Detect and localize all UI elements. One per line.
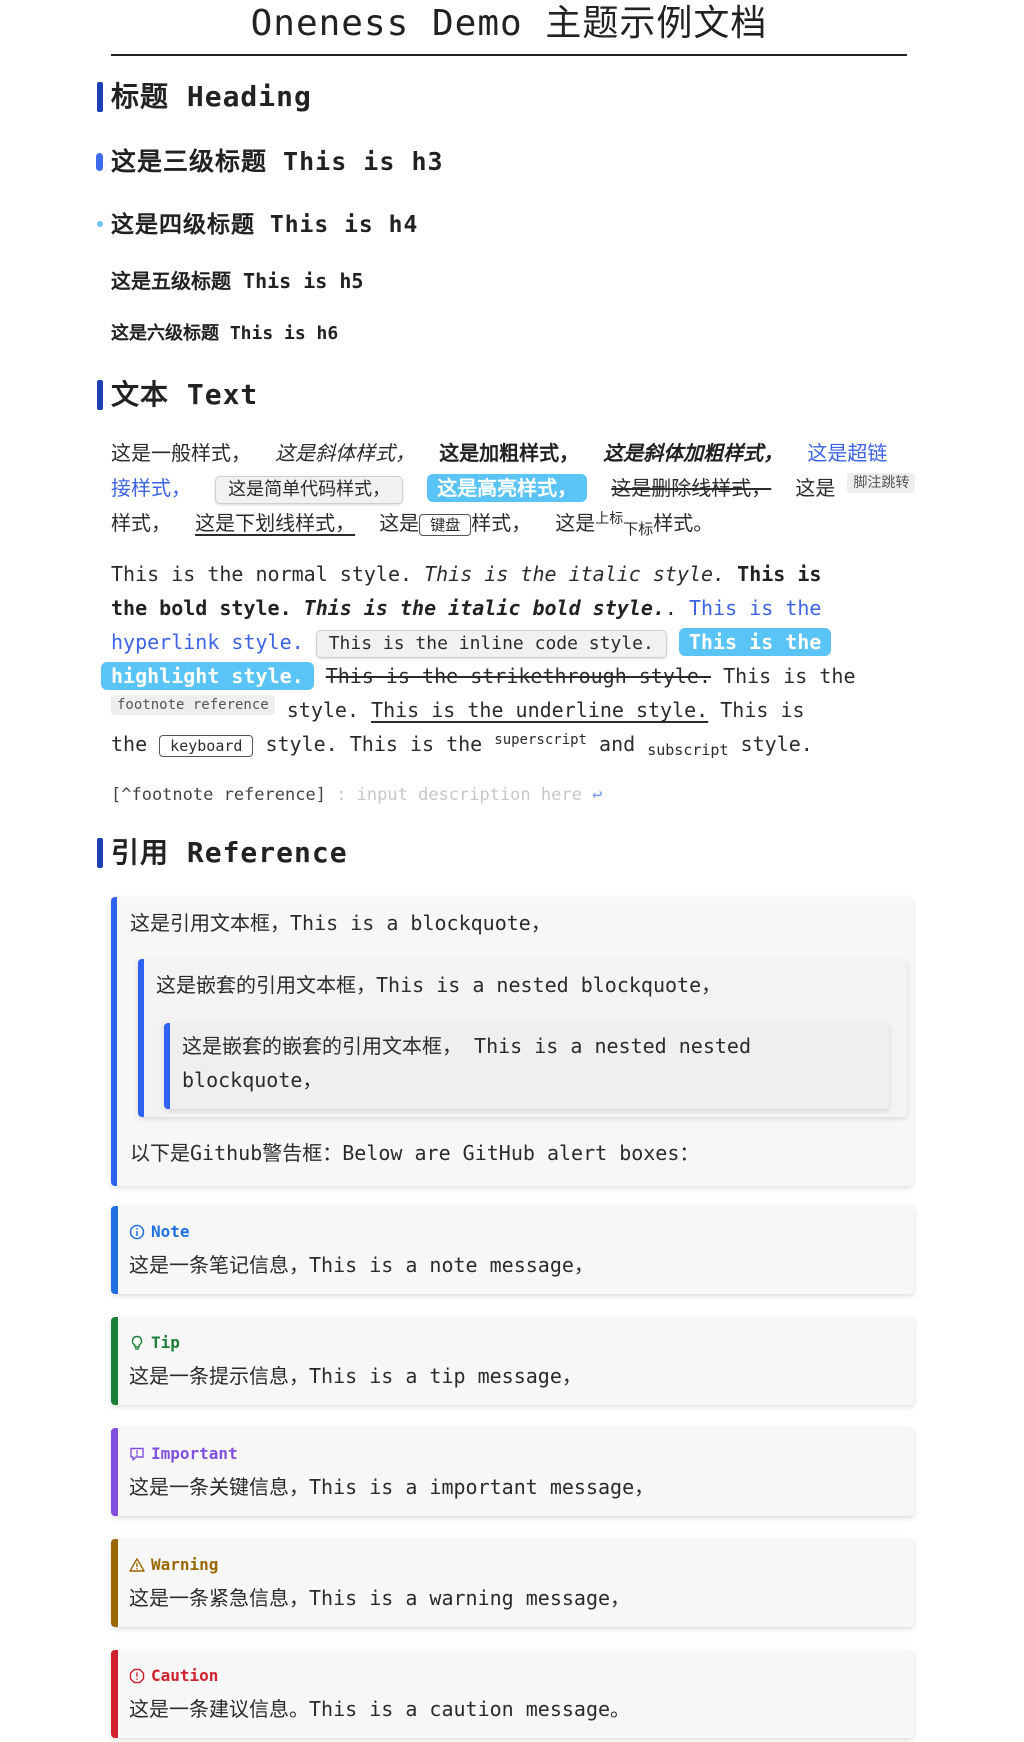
cn-subscript: 下标 (623, 520, 654, 538)
nested-nested-blockquote-text: 这是嵌套的嵌套的引用文本框， This is a nested nested (182, 1034, 751, 1058)
cn-paragraph-line-1: 这是一般样式， 这是斜体样式， 这是加粗样式， 这是斜体加粗样式， 这是超链 (111, 438, 887, 468)
nested-blockquote-text: 这是嵌套的引用文本框，This is a nested blockquote， (156, 973, 722, 997)
en-italic: This is the italic style. (424, 562, 726, 586)
en-paragraph-line-4: highlight style. This is the strikethrou… (101, 661, 856, 691)
alert-warning: Warning 这是一条紧急信息，This is a warning messa… (111, 1539, 914, 1627)
en-subscript: subscript (647, 741, 729, 759)
en-inline-code: This is the inline code style. (315, 630, 667, 658)
alert-body: 这是一条关键信息，This is a important message， (129, 1475, 655, 1499)
blockquote-text: 这是引用文本框，This is a blockquote， (130, 911, 551, 935)
en-normal: This is the normal style. (111, 562, 413, 586)
nested-nested-blockquote-text: blockquote， (182, 1068, 323, 1092)
alert-body: 这是一条建议信息。This is a caution message。 (129, 1697, 631, 1721)
alert-caution: Caution 这是一条建议信息。This is a caution messa… (111, 1650, 914, 1738)
footnote-description-input[interactable]: : input description here (336, 785, 582, 805)
cn-normal: 这是一般样式， (111, 441, 251, 465)
heading-h6: 这是六级标题 This is h6 (111, 323, 339, 344)
en-link[interactable]: This is the (689, 596, 821, 620)
cn-strikethrough: 这是删除线样式， (611, 476, 772, 500)
en-superscript: superscript (494, 732, 587, 748)
return-icon[interactable]: ↩ (592, 785, 602, 805)
heading-marker (97, 221, 103, 227)
alert-title: Important (129, 1442, 238, 1466)
warning-icon (129, 1558, 145, 1572)
cn-bold: 这是加粗样式， (439, 441, 580, 465)
cn-supsub-pre: 这是 (555, 511, 596, 535)
en-and: and (599, 732, 636, 756)
heading-marker (97, 838, 103, 868)
heading-h3: 这是三级标题 This is h3 (111, 147, 444, 176)
alert-title: Caution (129, 1664, 218, 1688)
en-footnote-pre: This is the (723, 664, 856, 688)
en-paragraph-line-3: hyperlink style. This is the inline code… (111, 627, 832, 658)
heading-reference-section: 引用 Reference (111, 836, 348, 869)
en-kbd-pre: This is (720, 698, 805, 722)
cn-supsub-post: 样式。 (653, 511, 714, 535)
en-footnote-post: style. (286, 698, 360, 722)
page-title: Oneness Demo 主题示例文档 (111, 0, 907, 56)
cn-highlight: 这是高亮样式， (427, 474, 588, 502)
cn-superscript: 上标 (595, 511, 624, 527)
cn-inline-code: 这是简单代码样式， (215, 476, 404, 504)
alert-title: Warning (129, 1553, 218, 1577)
heading-h5: 这是五级标题 This is h5 (111, 269, 364, 293)
en-footnote-ref[interactable]: footnote reference (111, 695, 275, 715)
footnote-definition[interactable]: [^footnote reference] : input descriptio… (111, 783, 602, 807)
alert-title: Tip (129, 1331, 180, 1355)
blockquote: 这是引用文本框，This is a blockquote， 这是嵌套的引用文本框… (111, 897, 913, 1186)
heading-marker (97, 380, 103, 410)
cn-footnote-post: 样式， (111, 511, 171, 535)
alert-tip: Tip 这是一条提示信息，This is a tip message， (111, 1317, 914, 1405)
heading-text-section: 文本 Text (111, 378, 259, 411)
blockquote-text: 以下是Github警告框：Below are GitHub alert boxe… (130, 1141, 700, 1165)
en-underline: This is the underline style. (371, 698, 709, 722)
en-keyboard: keyboard (159, 735, 254, 757)
en-strikethrough: This is the strikethrough style. (325, 664, 712, 688)
en-bold-italic: This is the italic bold style. (303, 596, 665, 620)
cn-paragraph-line-2: 接样式， 这是简单代码样式， 这是高亮样式， 这是删除线样式， 这是 脚注跳转 (111, 473, 916, 504)
cn-bold-italic: 这是斜体加粗样式， (603, 441, 784, 465)
en-dot: . (664, 596, 677, 620)
en-paragraph-line-2: the bold style. This is the italic bold … (111, 593, 821, 623)
alert-body: 这是一条提示信息，This is a tip message， (129, 1364, 582, 1388)
alert-note: Note 这是一条笔记信息，This is a note message， (111, 1206, 914, 1294)
nested-blockquote: 这是嵌套的引用文本框，This is a nested blockquote， … (138, 959, 907, 1117)
en-highlight: highlight style. (101, 662, 314, 690)
document: Oneness Demo 主题示例文档 标题 Heading 这是三级标题 Th… (0, 0, 1024, 1742)
en-bold: the bold style. (111, 596, 292, 620)
alert-body: 这是一条紧急信息，This is a warning message， (129, 1586, 631, 1610)
heading-marker (96, 153, 103, 171)
heading-h2: 标题 Heading (111, 80, 312, 113)
info-icon (129, 1224, 145, 1240)
cn-kbd-pre: 这是 (379, 511, 420, 535)
lightbulb-icon (131, 1335, 143, 1350)
en-bold: This is (737, 562, 822, 586)
en-supsub-post: style. (740, 732, 813, 756)
cn-footnote-ref[interactable]: 脚注跳转 (847, 473, 916, 493)
cn-footnote-pre: 这是 (795, 476, 836, 500)
en-paragraph-line-5: footnote reference style. This is the un… (111, 695, 805, 725)
cn-link[interactable]: 这是超链 (807, 441, 887, 465)
en-link[interactable]: hyperlink style. (111, 630, 304, 654)
heading-h4: 这是四级标题 This is h4 (111, 212, 419, 238)
cn-link[interactable]: 接样式， (111, 476, 191, 500)
heading-marker (97, 82, 103, 112)
en-kbd-post: style. This is the (265, 732, 483, 756)
alert-important: Important 这是一条关键信息，This is a important m… (111, 1428, 914, 1516)
nested-nested-blockquote: 这是嵌套的嵌套的引用文本框， This is a nested nested b… (164, 1023, 889, 1109)
en-highlight: This is the (678, 628, 832, 656)
cn-keyboard: 键盘 (419, 514, 472, 536)
cn-underline: 这是下划线样式， (195, 511, 356, 535)
alert-body: 这是一条笔记信息，This is a note message， (129, 1253, 594, 1277)
message-alert-icon (130, 1447, 144, 1461)
alert-title: Note (129, 1220, 190, 1244)
cn-kbd-post: 样式， (471, 511, 532, 535)
footnote-label: [^footnote reference] (111, 785, 326, 805)
en-paragraph-line-6: the keyboard style. This is the superscr… (111, 729, 813, 759)
en-kbd-pre: the (111, 732, 148, 756)
stop-icon (129, 1668, 145, 1684)
cn-paragraph-line-3: 样式， 这是下划线样式， 这是 键盘 样式， 这是上标下标样式。 (111, 508, 713, 538)
en-paragraph-line-1: This is the normal style. This is the it… (111, 559, 821, 589)
cn-italic: 这是斜体样式， (275, 441, 416, 465)
